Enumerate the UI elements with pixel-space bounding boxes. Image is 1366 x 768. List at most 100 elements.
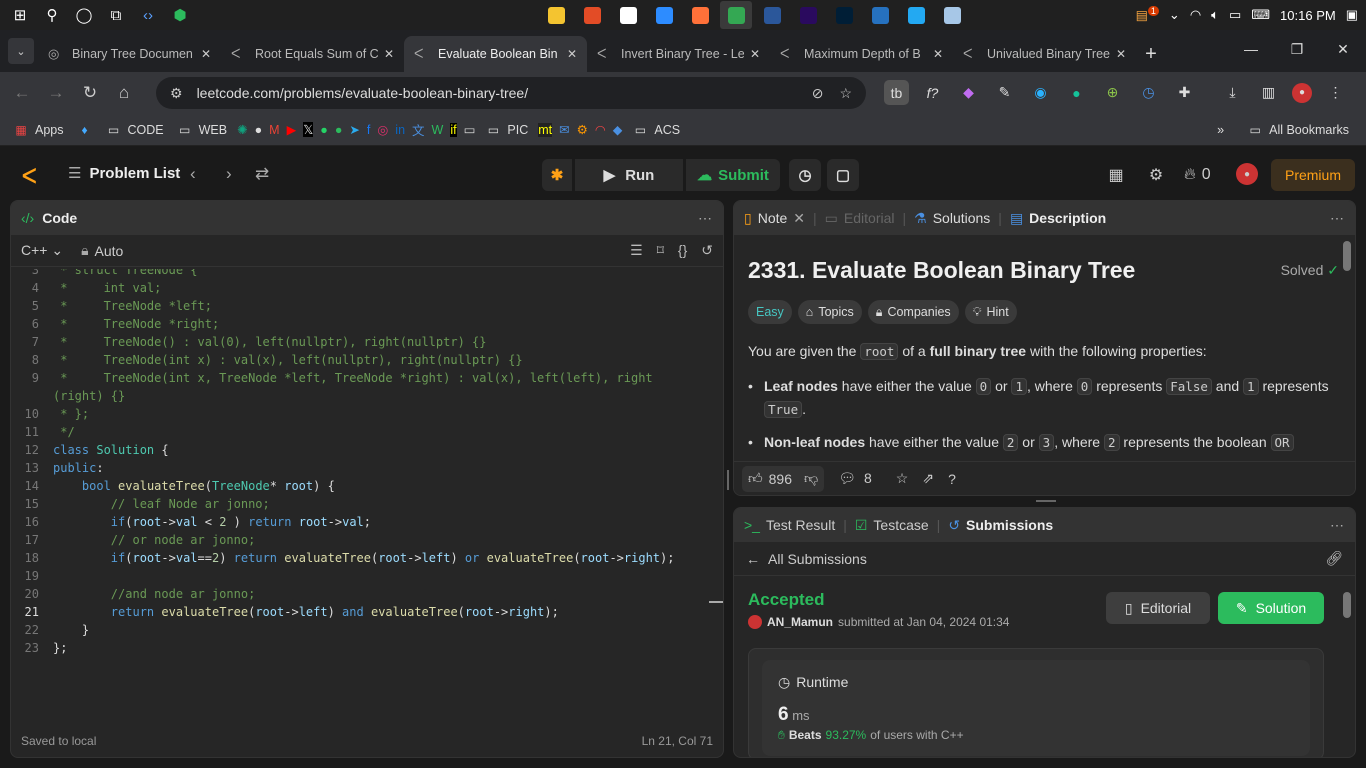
menu-kebab-icon[interactable]: ⋮ bbox=[1323, 80, 1348, 105]
app-green-icon[interactable]: ● bbox=[335, 123, 343, 137]
help-icon[interactable]: ? bbox=[948, 471, 956, 487]
thumbs-down-icon[interactable]: 👎︎ bbox=[804, 470, 818, 487]
bookmark-folder-pic[interactable]: ▭ PIC bbox=[482, 117, 531, 143]
more-bookmarks-chevron-icon[interactable]: » bbox=[1217, 123, 1224, 137]
close-tab-icon[interactable]: ✕ bbox=[933, 47, 943, 61]
if-icon[interactable]: if bbox=[450, 122, 457, 137]
mode-auto[interactable]: Auto bbox=[95, 243, 124, 259]
share-icon[interactable]: ⇗ bbox=[922, 470, 934, 487]
browser-tab[interactable]: ᐸ Univalued Binary Tree ✕ bbox=[953, 36, 1136, 72]
taskbar-app-powershell-icon[interactable] bbox=[864, 1, 896, 29]
close-tab-icon[interactable]: ✕ bbox=[201, 47, 211, 61]
extension-tb-icon[interactable]: tb bbox=[884, 80, 909, 105]
extension-gradient-icon[interactable]: ◆ bbox=[956, 80, 981, 105]
mail-icon[interactable]: ✉ bbox=[559, 122, 569, 137]
reset-icon[interactable]: ↺ bbox=[701, 242, 713, 259]
taskbar-app-app-multicolor-icon[interactable] bbox=[576, 1, 608, 29]
volume-icon[interactable]: 🔈︎ bbox=[1211, 7, 1219, 23]
mt-icon[interactable]: mt bbox=[538, 122, 553, 137]
tab-solutions[interactable]: ⚗ Solutions bbox=[914, 210, 990, 227]
extension-fx-icon[interactable]: f? bbox=[920, 80, 945, 105]
link-icon[interactable]: 🔗︎ bbox=[1325, 550, 1343, 567]
close-note-icon[interactable]: ✕ bbox=[793, 210, 805, 227]
like-button[interactable]: 👍︎ 896 👎︎ bbox=[742, 465, 825, 492]
new-tab-plus-icon[interactable]: + bbox=[1136, 36, 1166, 72]
layout-icon[interactable]: ▦ bbox=[1106, 159, 1126, 191]
diamond-icon[interactable]: ◆ bbox=[613, 122, 623, 137]
wifi-icon[interactable]: ◠ bbox=[1190, 7, 1201, 23]
taskbar-app-zoom-icon[interactable] bbox=[648, 1, 680, 29]
bookmark-folder-code[interactable]: ▭ CODE bbox=[103, 117, 167, 143]
close-tab-icon[interactable]: ✕ bbox=[384, 47, 394, 61]
vertical-splitter[interactable] bbox=[727, 470, 729, 490]
submitter-name[interactable]: AN_Mamun bbox=[767, 615, 833, 629]
premium-button[interactable]: Premium bbox=[1271, 159, 1355, 191]
chevron-up-icon[interactable]: ⌄ bbox=[1169, 7, 1180, 23]
user-avatar[interactable]: ● bbox=[1236, 163, 1258, 185]
whatsapp-icon[interactable]: ● bbox=[320, 123, 328, 137]
problem-list-link[interactable]: ☰ Problem List bbox=[68, 164, 180, 183]
taskbar-app-premiere-icon[interactable] bbox=[792, 1, 824, 29]
close-window-icon[interactable]: ✕ bbox=[1320, 30, 1366, 68]
taskbar-app-photoshop-icon[interactable] bbox=[828, 1, 860, 29]
shuffle-icon[interactable]: ⇄ bbox=[255, 164, 269, 184]
site-info-icon[interactable]: ⚙ bbox=[170, 85, 183, 102]
prev-problem-icon[interactable]: ‹ bbox=[190, 164, 196, 184]
close-tab-icon[interactable]: ✕ bbox=[1116, 47, 1126, 61]
browser-tab[interactable]: ᐸ Invert Binary Tree - Le ✕ bbox=[587, 36, 770, 72]
debug-bug-icon[interactable]: ✱ bbox=[542, 159, 572, 191]
linkedin-icon[interactable]: in bbox=[395, 123, 405, 137]
hint-tag[interactable]: 💡︎ Hint bbox=[964, 300, 1017, 324]
clock[interactable]: 10:16 PM bbox=[1280, 8, 1336, 23]
extensions-puzzle-icon[interactable]: ✚ bbox=[1172, 80, 1197, 105]
close-tab-icon[interactable]: ✕ bbox=[567, 47, 577, 61]
leetcode-logo-icon[interactable]: ᐸ bbox=[22, 164, 44, 188]
close-tab-icon[interactable]: ✕ bbox=[750, 47, 760, 61]
translate-icon[interactable]: 文 bbox=[412, 120, 425, 139]
task-view-icon[interactable]: ⧉ bbox=[102, 1, 130, 29]
reload-icon[interactable]: ↻ bbox=[73, 76, 107, 110]
search-icon[interactable]: ⚲ bbox=[38, 1, 66, 29]
taskbar-app-file-explorer-icon[interactable] bbox=[540, 1, 572, 29]
editorial-button[interactable]: ▯ Editorial bbox=[1106, 592, 1210, 624]
all-submissions-link[interactable]: All Submissions bbox=[768, 551, 867, 567]
comments-button[interactable]: 💬︎ 8 bbox=[838, 470, 872, 487]
browser-tab[interactable]: ᐸ Root Equals Sum of C ✕ bbox=[221, 36, 404, 72]
app-orange-icon[interactable]: ⚙ bbox=[577, 122, 588, 137]
folder-icon[interactable]: ▭ bbox=[464, 122, 476, 137]
taskbar-app-vscode-icon[interactable] bbox=[900, 1, 932, 29]
scrollbar-thumb[interactable] bbox=[1343, 241, 1351, 271]
restore-icon[interactable]: ❐ bbox=[1274, 30, 1320, 68]
eye-slash-icon[interactable]: ⊘ bbox=[812, 85, 824, 102]
youtube-icon[interactable]: ▶ bbox=[287, 122, 297, 137]
telegram-icon[interactable]: ➤ bbox=[349, 122, 359, 137]
more-options-icon[interactable]: ⋯ bbox=[698, 210, 713, 227]
tab-description[interactable]: ▤ Description bbox=[1010, 210, 1106, 227]
solution-button[interactable]: ✎ Solution bbox=[1218, 592, 1324, 624]
w-icon[interactable]: W bbox=[432, 123, 444, 137]
tab-test-result[interactable]: >_ Test Result bbox=[744, 517, 835, 533]
all-bookmarks[interactable]: ▭ All Bookmarks bbox=[1244, 117, 1352, 143]
more-options-icon[interactable]: ⋯ bbox=[1330, 210, 1345, 227]
taskbar-app-chrome-icon[interactable] bbox=[720, 1, 752, 29]
cortana-icon[interactable]: ◯ bbox=[70, 1, 98, 29]
download-icon[interactable]: ⤓ bbox=[1220, 80, 1245, 105]
forward-arrow-icon[interactable]: → bbox=[39, 76, 73, 110]
tab-note[interactable]: ▯ Note ✕ bbox=[744, 210, 805, 227]
extension-color-icon[interactable]: ◉ bbox=[1028, 80, 1053, 105]
browser-tab[interactable]: ᐸ Evaluate Boolean Bin ✕ bbox=[404, 36, 587, 72]
bookmark-apps[interactable]: ▦ Apps bbox=[10, 117, 67, 143]
omnibox[interactable]: ⚙ leetcode.com/problems/evaluate-boolean… bbox=[156, 77, 866, 109]
notification-badge-icon[interactable]: ▤ 1 bbox=[1136, 6, 1159, 23]
browser-tab[interactable]: ᐸ Maximum Depth of B ✕ bbox=[770, 36, 953, 72]
companies-tag[interactable]: 🔒︎ Companies bbox=[867, 300, 959, 324]
scrollbar-thumb[interactable] bbox=[1343, 592, 1351, 618]
alarm-clock-icon[interactable]: ◷ bbox=[789, 159, 821, 191]
favorite-star-icon[interactable]: ☆ bbox=[896, 470, 909, 487]
tab-editorial[interactable]: ▭ Editorial bbox=[825, 210, 895, 227]
extension-grammarly-icon[interactable]: ● bbox=[1064, 80, 1089, 105]
notes-icon[interactable]: ▢ bbox=[827, 159, 859, 191]
horizontal-splitter[interactable] bbox=[1036, 500, 1056, 502]
bookmark-icon[interactable]: ⌑ bbox=[657, 242, 664, 259]
github-icon[interactable]: ● bbox=[255, 123, 263, 137]
